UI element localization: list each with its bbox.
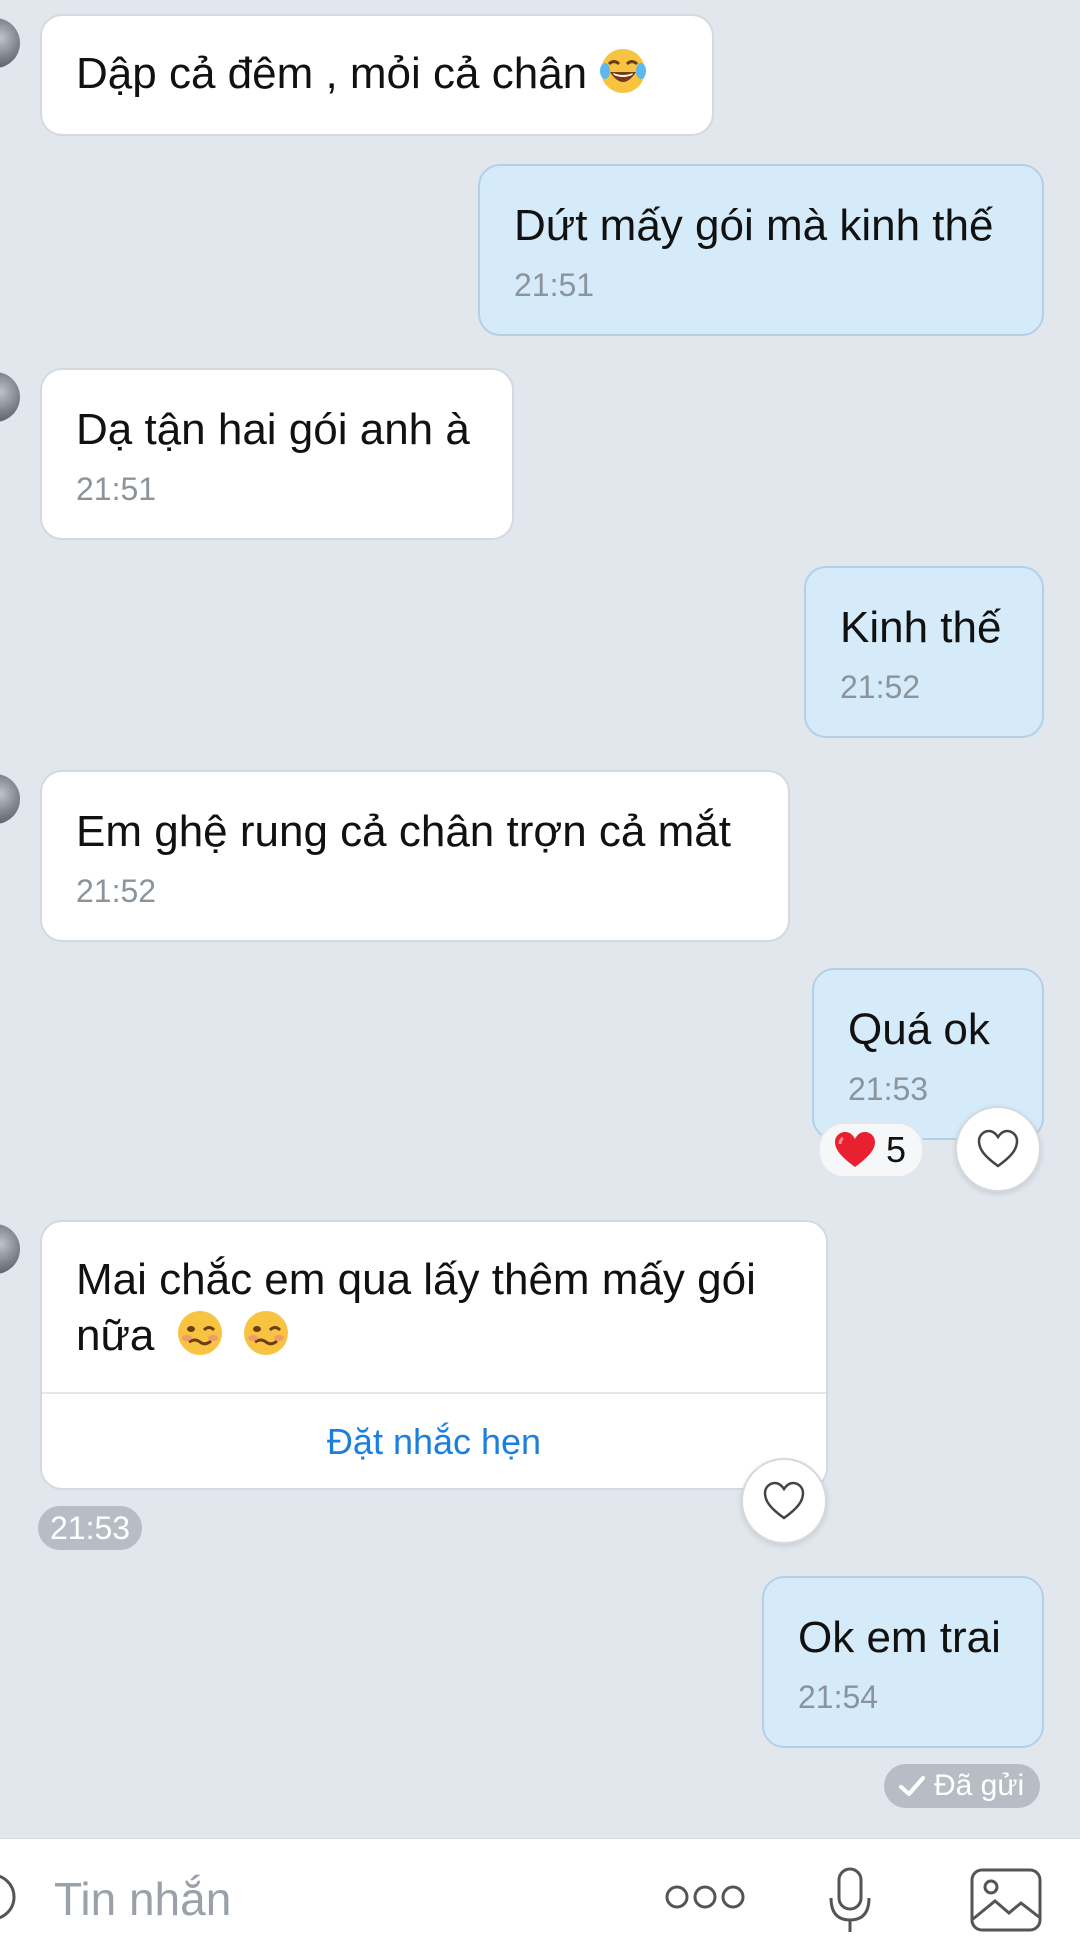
sent-status-label: Đã gửi — [934, 1769, 1025, 1802]
sent-status-badge: Đã gửi — [884, 1764, 1041, 1808]
message-time: 21:51 — [514, 267, 595, 303]
sticker-button[interactable] — [0, 1869, 20, 1925]
message-text: Dứt mấy gói mà kinh thế — [514, 201, 994, 250]
message-time-badge: 21:53 — [38, 1506, 143, 1550]
message-time: 21:52 — [76, 873, 157, 909]
message-text: Mai chắc em qua lấy thêm mấy gói nữa — [76, 1252, 792, 1364]
message-input[interactable]: Tin nhắn — [54, 1871, 231, 1927]
avatar[interactable] — [0, 774, 20, 824]
microphone-icon — [829, 1867, 871, 1932]
outgoing-message-bubble[interactable]: Ok em trai 21:54 — [762, 1576, 1044, 1748]
reaction-count: 5 — [886, 1129, 907, 1170]
face-with-tears-of-joy-icon — [599, 49, 646, 93]
more-icon — [665, 1885, 745, 1909]
heart-outline-icon — [977, 1129, 1019, 1168]
message-text: Ok em trai — [798, 1613, 1001, 1662]
react-heart-button[interactable] — [741, 1458, 827, 1544]
avatar[interactable] — [0, 1224, 20, 1274]
sticker-icon — [0, 1874, 16, 1920]
outgoing-message-bubble[interactable]: Kinh thế 21:52 — [804, 566, 1044, 738]
avatar[interactable] — [0, 18, 20, 68]
message-composer: Tin nhắn — [0, 1838, 1080, 1954]
incoming-message-bubble[interactable]: Em ghệ rung cả chân trợn cả mắt 21:52 — [40, 770, 790, 942]
message-time: 21:53 — [848, 1071, 929, 1107]
more-button[interactable] — [660, 1865, 750, 1929]
message-text: Dạ tận hai gói anh à — [76, 405, 470, 454]
outgoing-message-bubble[interactable]: Dứt mấy gói mà kinh thế 21:51 — [478, 164, 1044, 336]
incoming-message-bubble[interactable]: Dạ tận hai gói anh à 21:51 — [40, 368, 514, 540]
checkmark-icon — [899, 1776, 925, 1796]
message-text: Quá ok — [848, 1005, 990, 1054]
message-text: Dập cả đêm , mỏi cả chân — [76, 49, 588, 98]
set-reminder-button[interactable]: Đặt nhắc hẹn — [76, 1394, 792, 1462]
heart-outline-icon — [763, 1481, 805, 1520]
react-heart-button[interactable] — [955, 1106, 1041, 1192]
image-icon — [970, 1868, 1042, 1932]
incoming-message-bubble[interactable]: Mai chắc em qua lấy thêm mấy gói nữa Đặt… — [40, 1220, 828, 1490]
message-text: Em ghệ rung cả chân trợn cả mắt — [76, 807, 731, 856]
incoming-message-bubble[interactable]: Dập cả đêm , mỏi cả chân — [40, 14, 714, 136]
woozy-face-icon — [177, 1311, 222, 1355]
message-text: Kinh thế — [840, 603, 1002, 652]
red-heart-icon — [835, 1132, 875, 1167]
message-time: 21:51 — [76, 471, 157, 507]
message-time: 21:52 — [840, 669, 921, 705]
avatar[interactable] — [0, 372, 20, 422]
message-time: 21:54 — [798, 1679, 879, 1715]
woozy-face-icon — [243, 1311, 288, 1355]
reaction-badge[interactable]: 5 — [818, 1122, 925, 1178]
image-button[interactable] — [968, 1865, 1044, 1935]
microphone-button[interactable] — [820, 1865, 880, 1937]
